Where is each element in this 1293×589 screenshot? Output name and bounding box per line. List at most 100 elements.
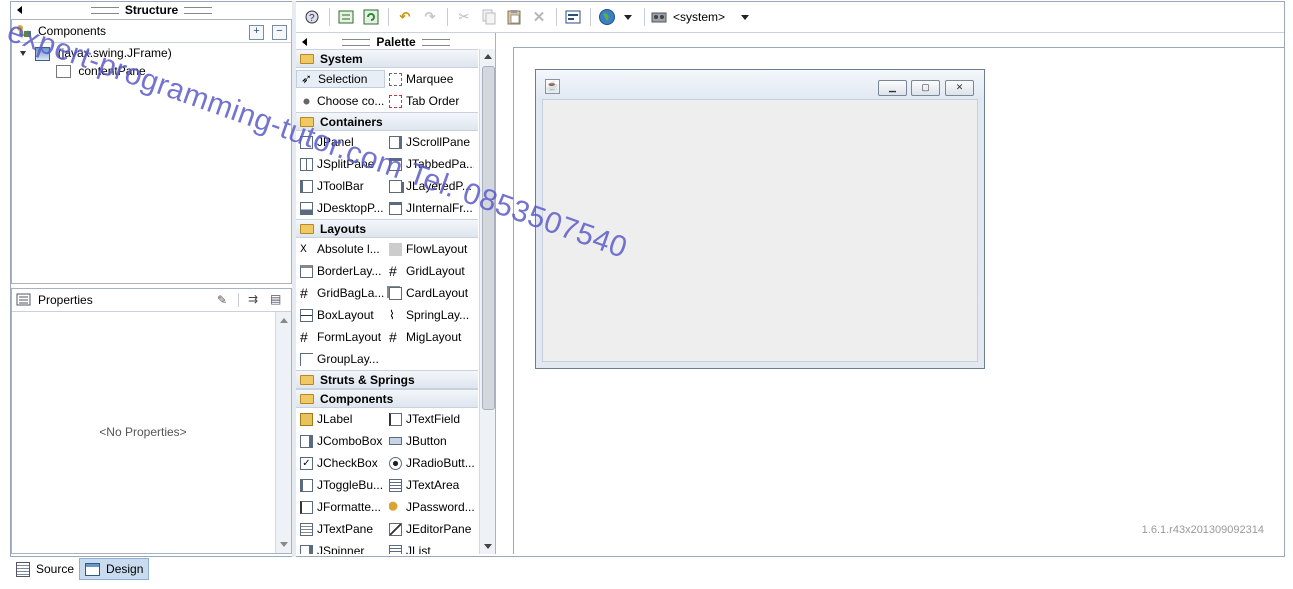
- palette-item-jtabbedpane[interactable]: JTabbedPa...: [385, 157, 474, 171]
- palette-item-jinternalframe[interactable]: JInternalFr...: [385, 201, 474, 215]
- jframe-icon: [35, 46, 51, 61]
- show-events-icon[interactable]: ✎: [217, 293, 227, 307]
- tab-design[interactable]: Design: [79, 558, 150, 580]
- toolbar-separator: [329, 8, 330, 26]
- grip-icon: [90, 6, 119, 14]
- palette-item-jpanel[interactable]: JPanel: [296, 135, 385, 149]
- palette-item-gridlayout[interactable]: # GridLayout: [385, 263, 474, 279]
- palette-item-jtextpane[interactable]: JTextPane: [296, 522, 385, 536]
- palette-scrollbar[interactable]: [479, 49, 495, 554]
- look-and-feel-combo[interactable]: <system>: [651, 6, 750, 28]
- refresh-icon[interactable]: [361, 7, 381, 27]
- goto-definition-icon[interactable]: ⇉: [248, 292, 258, 306]
- palette-item-jspinner[interactable]: JSpinner: [296, 544, 385, 554]
- palette-item-absolute-layout[interactable]: ꓫ Absolute l...: [296, 242, 385, 256]
- palette-row: ꓫ Absolute l... FlowLayout: [296, 238, 478, 260]
- palette-item-miglayout[interactable]: # MigLayout: [385, 329, 474, 345]
- design-icon: [85, 562, 101, 576]
- palette-item-label: Selection: [318, 72, 368, 86]
- scroll-down-icon[interactable]: [280, 542, 288, 547]
- chevron-down-icon[interactable]: [624, 14, 632, 20]
- expand-all-icon[interactable]: +: [249, 25, 264, 40]
- palette-item-grouplayout[interactable]: GroupLay...: [296, 352, 385, 366]
- palette-item-label: JComboBox: [317, 434, 383, 448]
- design-canvas[interactable]: ☕ ▁ ▢ ✕ 1.6.1.r43x201309092314: [497, 33, 1284, 554]
- palette-item-borderlayout[interactable]: BorderLay...: [296, 264, 385, 278]
- palette-row: JSpinner JList: [296, 540, 478, 554]
- tree-item-jframe[interactable]: (javax.swing.JFrame): [20, 46, 172, 61]
- palette-item-jcheckbox[interactable]: ✓ JCheckBox: [296, 456, 385, 470]
- redo-icon[interactable]: ↷: [420, 7, 440, 27]
- jframe-preview[interactable]: ☕ ▁ ▢ ✕: [535, 69, 985, 369]
- palette-item-cardlayout[interactable]: CardLayout: [385, 286, 474, 300]
- scroll-up-icon[interactable]: [280, 318, 288, 323]
- palette-item-jtogglebutton[interactable]: JToggleBu...: [296, 478, 385, 492]
- palette-item-jlist[interactable]: JList: [385, 544, 474, 554]
- close-icon[interactable]: ✕: [945, 80, 974, 96]
- palette-item-jtextarea[interactable]: JTextArea: [385, 478, 474, 492]
- editor-tabs: Source Design: [11, 557, 150, 581]
- collapse-left-icon[interactable]: [17, 6, 22, 14]
- test-gui-icon[interactable]: ?: [302, 7, 322, 27]
- collapse-all-icon[interactable]: −: [272, 25, 287, 40]
- jtextpane-icon: [300, 522, 313, 536]
- palette-item-flowlayout[interactable]: FlowLayout: [385, 242, 474, 256]
- palette-category-containers[interactable]: Containers: [296, 112, 478, 131]
- structure-titlebar[interactable]: Structure: [11, 1, 292, 19]
- collapse-left-icon[interactable]: [302, 38, 307, 46]
- minimize-icon[interactable]: ▁: [878, 80, 907, 96]
- palette-item-label: JCheckBox: [317, 456, 378, 470]
- palette-category-system[interactable]: System: [296, 49, 478, 68]
- palette-item-marquee[interactable]: Marquee: [385, 72, 474, 86]
- toolbar-separator: [388, 8, 389, 26]
- palette-item-jsplitpane[interactable]: JSplitPane: [296, 157, 385, 171]
- palette-item-tab-order[interactable]: Tab Order: [385, 94, 474, 108]
- order-icon[interactable]: [563, 7, 583, 27]
- components-panel: Components + − (javax.swing.JFrame) cont…: [11, 19, 292, 284]
- chevron-down-icon[interactable]: [741, 14, 750, 20]
- scroll-up-icon[interactable]: [484, 54, 492, 59]
- jtextarea-icon: [389, 478, 402, 492]
- tree-item-contentpane[interactable]: contentPane: [56, 64, 146, 79]
- tree-expand-icon[interactable]: [20, 51, 26, 57]
- locale-globe-icon[interactable]: [597, 7, 617, 27]
- palette-item-jdesktoppane[interactable]: JDesktopP...: [296, 201, 385, 215]
- palette-item-jpasswordfield[interactable]: JPassword...: [385, 500, 474, 514]
- palette-item-formlayout[interactable]: # FormLayout: [296, 329, 385, 345]
- palette-item-jscrollpane[interactable]: JScrollPane: [385, 135, 474, 149]
- externalize-strings-icon[interactable]: [336, 7, 356, 27]
- show-advanced-icon[interactable]: ▤: [270, 292, 281, 306]
- palette-item-jeditorpane[interactable]: JEditorPane: [385, 522, 474, 536]
- palette-item-boxlayout[interactable]: BoxLayout: [296, 308, 385, 322]
- paste-icon[interactable]: [504, 7, 524, 27]
- toolbar-separator: [238, 293, 239, 307]
- delete-icon[interactable]: ✕: [529, 7, 549, 27]
- copy-icon[interactable]: [479, 7, 499, 27]
- cut-icon[interactable]: ✂: [454, 7, 474, 27]
- category-label: Struts & Springs: [320, 372, 415, 387]
- palette-item-jradiobutton[interactable]: JRadioButt...: [385, 456, 474, 470]
- undo-icon[interactable]: ↶: [395, 7, 415, 27]
- palette-item-jlabel[interactable]: JLabel: [296, 412, 385, 426]
- palette-item-selection[interactable]: ➶ Selection: [296, 70, 385, 88]
- palette-item-jtextfield[interactable]: JTextField: [385, 412, 474, 426]
- maximize-icon[interactable]: ▢: [911, 80, 940, 96]
- palette-category-layouts[interactable]: Layouts: [296, 219, 478, 238]
- palette-category-components[interactable]: Components: [296, 389, 478, 408]
- content-pane-preview[interactable]: [542, 99, 978, 362]
- scroll-down-icon[interactable]: [484, 544, 492, 549]
- palette-item-jtoolbar[interactable]: JToolBar: [296, 179, 385, 193]
- palette-item-jformattedtextfield[interactable]: JFormatte...: [296, 500, 385, 514]
- palette-item-choose-component[interactable]: Choose co...: [296, 94, 385, 108]
- jlayeredpane-icon: [389, 179, 402, 193]
- palette-item-gridbaglayout[interactable]: # GridBagLa...: [296, 285, 385, 301]
- palette-item-jcombobox[interactable]: JComboBox: [296, 434, 385, 448]
- palette-category-struts-springs[interactable]: Struts & Springs: [296, 370, 478, 389]
- palette-item-jlayeredpane[interactable]: JLayeredP...: [385, 179, 474, 193]
- palette-item-springlayout[interactable]: ⌇ SpringLay...: [385, 308, 474, 322]
- scrollbar-thumb[interactable]: [482, 66, 495, 410]
- palette-item-label: Choose co...: [317, 94, 385, 108]
- properties-scrollbar[interactable]: [275, 312, 291, 553]
- tab-source[interactable]: Source: [11, 559, 79, 580]
- palette-item-jbutton[interactable]: JButton: [385, 434, 474, 448]
